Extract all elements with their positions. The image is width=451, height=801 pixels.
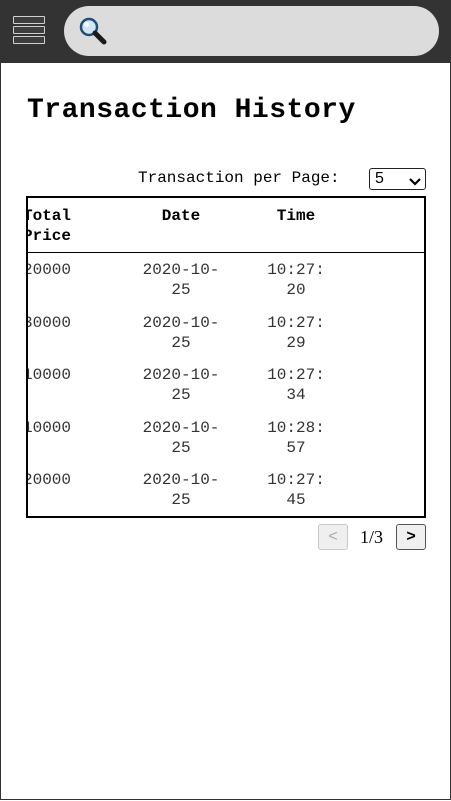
cell-time: 10:27: 29 — [267, 313, 325, 352]
cell-date: 2020-10- 25 — [142, 261, 220, 299]
header-date: Date — [161, 207, 201, 225]
cell-partial: Ja — [404, 313, 424, 333]
magnifier-icon[interactable] — [78, 16, 108, 46]
cell-total-price: 20000 — [26, 261, 71, 279]
cell-partial: Jal — [404, 418, 424, 438]
per-page-label: Transaction per Page: — [138, 169, 340, 187]
next-page-button[interactable]: > — [396, 524, 426, 550]
cell-total-price: 20000 — [26, 471, 71, 489]
cell-total-price: 10000 — [26, 366, 71, 384]
cell-date: 2020-10- 25 — [142, 418, 220, 457]
cell-time: 10:27: 34 — [267, 366, 325, 404]
cell-partial: Ja — [404, 365, 424, 385]
per-page-value: 5 — [375, 170, 384, 187]
menu-button[interactable] — [13, 16, 45, 46]
cell-time: 10:27: 20 — [267, 261, 325, 299]
cell-date: 2020-10- 25 — [142, 366, 220, 404]
top-bar — [0, 0, 451, 63]
cell-date: 2020-10- 25 — [142, 471, 220, 509]
header-divider — [28, 252, 424, 253]
cell-time: 10:27: 45 — [267, 471, 325, 509]
search-bar[interactable] — [64, 6, 439, 56]
header-total-price: Total Price — [26, 207, 71, 245]
page-title: Transaction History — [27, 95, 356, 126]
previous-page-button[interactable]: < — [318, 524, 348, 550]
cell-date: 2020-10- 25 — [142, 313, 220, 352]
cell-total-price: 10000 — [26, 418, 71, 437]
per-page-select[interactable]: 5 — [369, 168, 426, 190]
search-input[interactable] — [116, 16, 420, 48]
cell-partial: Jal — [404, 260, 424, 280]
cell-total-price: 30000 — [26, 313, 71, 332]
cell-time: 10:28: 57 — [267, 418, 325, 457]
header-time: Time — [276, 207, 316, 225]
page-indicator: 1/3 — [360, 527, 384, 547]
chevron-down-icon — [409, 174, 421, 186]
transactions-table[interactable]: Total Price Date Time A 200002020-10-251… — [26, 196, 426, 518]
cell-partial: Ja — [404, 470, 424, 490]
